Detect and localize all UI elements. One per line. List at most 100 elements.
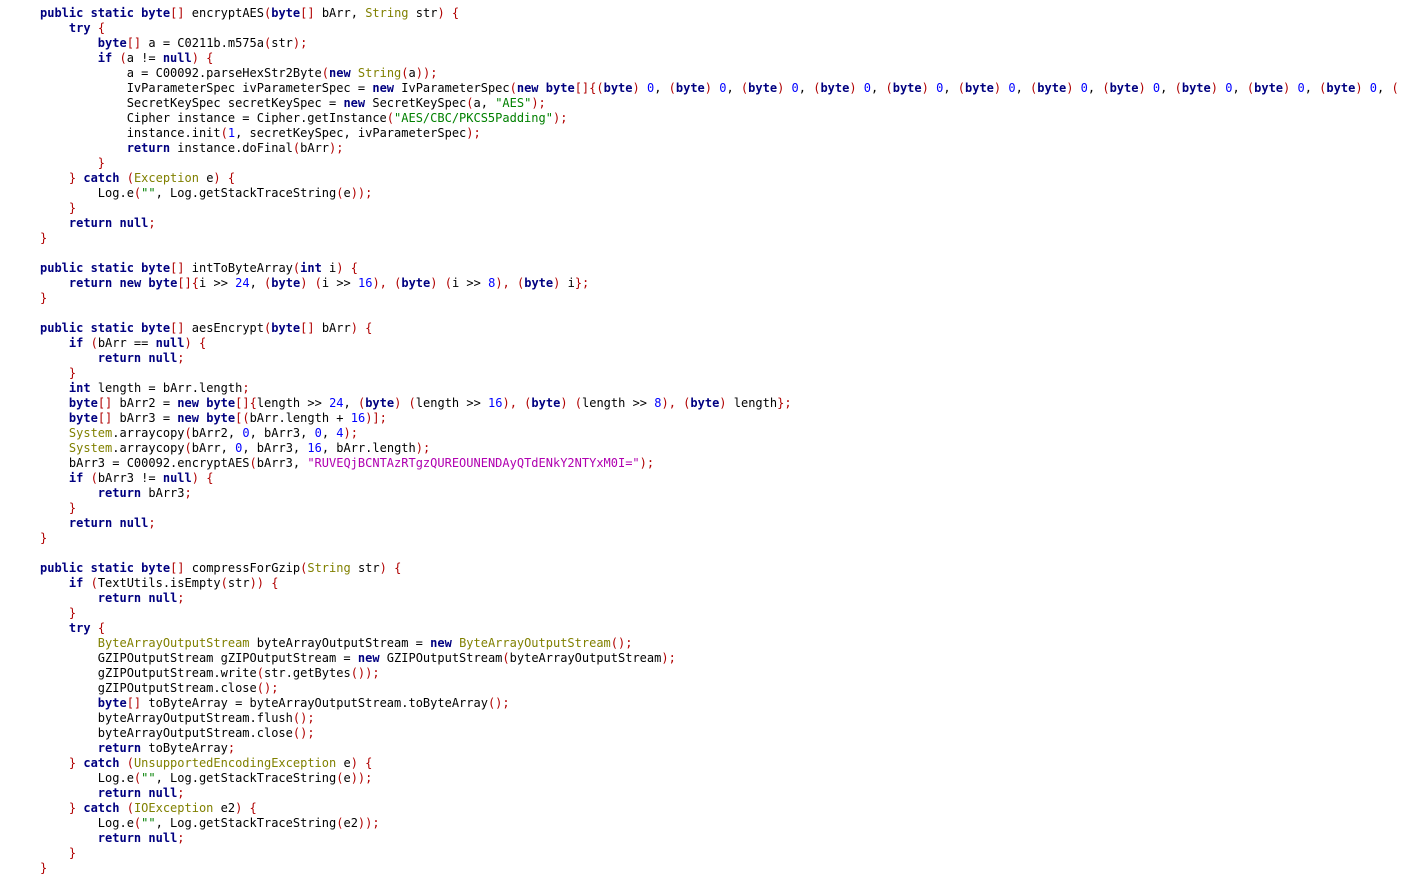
code-token: , bbox=[1304, 81, 1320, 95]
code-token: )) { bbox=[249, 576, 279, 590]
code-token: Log.e bbox=[40, 186, 134, 200]
code-token: return bbox=[126, 141, 171, 155]
code-token: toByteArray = byteArrayOutputStream.toBy… bbox=[148, 696, 488, 710]
code-editor[interactable]: public static byte[] encryptAES(byte[] b… bbox=[40, 6, 1399, 876]
code-token: return bbox=[97, 486, 142, 500]
code-token: ( bbox=[957, 81, 965, 95]
code-token: ( bbox=[119, 171, 134, 185]
code-token: bArr.length + bbox=[249, 411, 351, 425]
code-token: Exception bbox=[133, 171, 199, 185]
code-token: System bbox=[68, 426, 113, 440]
code-token: null bbox=[148, 591, 178, 605]
code-token: instance.init bbox=[40, 126, 221, 140]
code-line: return null; bbox=[40, 831, 1399, 846]
code-token: ) bbox=[704, 81, 720, 95]
code-token: } bbox=[68, 756, 84, 770]
code-token: ); bbox=[661, 651, 676, 665]
code-token: IvParameterSpec ivParameterSpec = bbox=[40, 81, 373, 95]
code-token: byte bbox=[206, 396, 236, 410]
code-token: null bbox=[119, 516, 149, 530]
code-token: ; bbox=[177, 831, 185, 845]
code-token: new bbox=[430, 636, 452, 650]
code-token: public static bbox=[40, 6, 142, 20]
code-line: if (a != null) { bbox=[40, 51, 1399, 66]
code-line: public static byte[] compressForGzip(Str… bbox=[40, 561, 1399, 576]
code-token: ) bbox=[1210, 81, 1226, 95]
code-token: [] bbox=[170, 261, 192, 275]
code-token: byteArrayOutputStream = bbox=[249, 636, 431, 650]
code-token: return bbox=[97, 741, 142, 755]
code-token: a, bbox=[473, 96, 496, 110]
code-token: , bbox=[1232, 81, 1247, 95]
code-token: e2 bbox=[213, 801, 236, 815]
code-token: i bbox=[567, 276, 575, 290]
code-token: byte bbox=[603, 81, 633, 95]
code-token: ); bbox=[639, 456, 655, 470]
code-token: 0 bbox=[863, 81, 872, 95]
code-token: , bbox=[1015, 81, 1031, 95]
code-token: 4 bbox=[336, 426, 344, 440]
code-token: byte bbox=[271, 6, 301, 20]
code-token: ( bbox=[249, 456, 257, 470]
code-token: }; bbox=[777, 396, 792, 410]
code-token: SecretKeySpec secretKeySpec = bbox=[40, 96, 344, 110]
code-token: GZIPOutputStream bbox=[379, 651, 503, 665]
code-token: catch bbox=[83, 756, 120, 770]
code-token: ( bbox=[119, 801, 134, 815]
code-token: bArr, bbox=[191, 441, 236, 455]
code-token: e bbox=[336, 756, 351, 770]
code-token: , bbox=[654, 81, 669, 95]
code-token: byte bbox=[141, 261, 171, 275]
code-line: } catch (Exception e) { bbox=[40, 171, 1399, 186]
code-token: } bbox=[68, 801, 84, 815]
code-token: [] bbox=[126, 36, 149, 50]
code-token: ; bbox=[242, 381, 250, 395]
code-token: ByteArrayOutputStream bbox=[97, 636, 250, 650]
code-token: []{ bbox=[177, 276, 200, 290]
code-token: "" bbox=[141, 771, 156, 785]
code-line: return null; bbox=[40, 591, 1399, 606]
code-token: byte bbox=[68, 396, 98, 410]
code-token: byte bbox=[1181, 81, 1211, 95]
code-token: } bbox=[40, 291, 48, 305]
code-line: bArr3 = C00092.encryptAES(bArr3, "RUVEQj… bbox=[40, 456, 1399, 471]
code-token: null bbox=[148, 351, 178, 365]
code-token: 24 bbox=[329, 396, 344, 410]
code-token: e bbox=[198, 171, 214, 185]
code-token: [] bbox=[97, 411, 120, 425]
code-token: String bbox=[365, 6, 409, 20]
code-token: )); bbox=[357, 816, 380, 830]
code-token: ), ( bbox=[495, 276, 525, 290]
code-token: new bbox=[372, 81, 395, 95]
code-token: UnsupportedEncodingException bbox=[133, 756, 337, 770]
code-token: , bArr.length bbox=[321, 441, 416, 455]
code-line: IvParameterSpec ivParameterSpec = new Iv… bbox=[40, 81, 1399, 96]
code-line: System.arraycopy(bArr, 0, bArr3, 16, bAr… bbox=[40, 441, 1399, 456]
code-line: try { bbox=[40, 21, 1399, 36]
code-line: if (TextUtils.isEmpty(str)) { bbox=[40, 576, 1399, 591]
code-token: byte bbox=[141, 321, 171, 335]
code-token: byte bbox=[365, 396, 395, 410]
code-token: ( bbox=[256, 666, 264, 680]
code-token: ); bbox=[343, 426, 358, 440]
code-token: length >> bbox=[582, 396, 655, 410]
code-token: 1 bbox=[227, 126, 236, 140]
code-token: 0 bbox=[1297, 81, 1305, 95]
code-token: Log.e bbox=[40, 771, 134, 785]
code-token: bArr3 = bbox=[119, 411, 178, 425]
code-token: [] bbox=[170, 561, 192, 575]
code-token: byte bbox=[531, 396, 561, 410]
code-token: instance.doFinal bbox=[170, 141, 293, 155]
